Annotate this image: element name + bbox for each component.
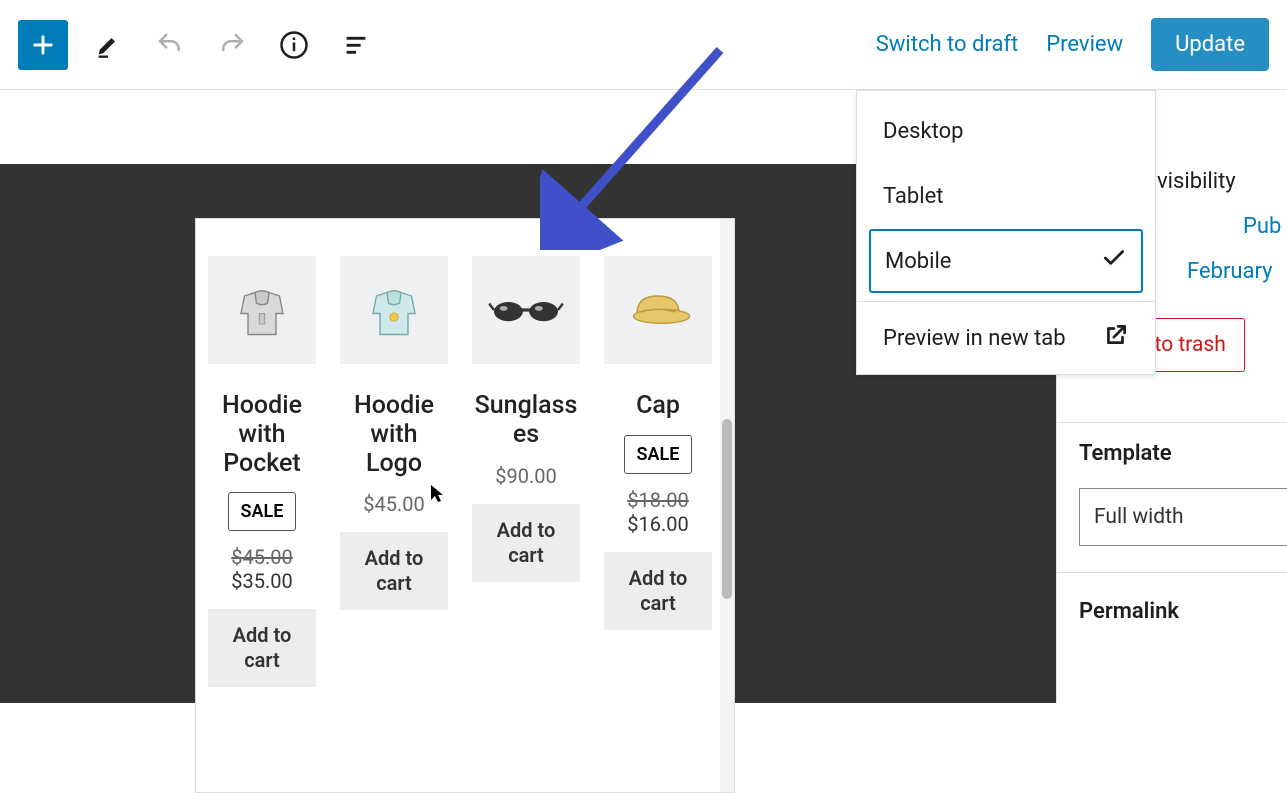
external-link-icon [1103,322,1129,354]
document-outline-button[interactable] [334,23,378,67]
product-image[interactable] [340,256,448,364]
preview-option-desktop[interactable]: Desktop [857,99,1155,164]
old-price: $18.00 [627,488,688,512]
preview-new-tab-button[interactable]: Preview in new tab [857,302,1155,374]
mobile-preview-frame: Hoodie with Pocket SALE $45.00 $35.00 Ad… [195,218,735,793]
editor-toolbar: Switch to draft Preview Update [0,0,1287,90]
product-card: Cap SALE $18.00 $16.00 Add to cart [604,256,712,687]
product-image[interactable] [604,256,712,364]
switch-to-draft-button[interactable]: Switch to draft [876,32,1018,57]
document-info-button[interactable] [272,23,316,67]
product-grid: Hoodie with Pocket SALE $45.00 $35.00 Ad… [208,256,708,687]
scrollbar-thumb[interactable] [722,419,732,599]
preview-option-tablet[interactable]: Tablet [857,164,1155,229]
product-image[interactable] [472,256,580,364]
new-price: $35.00 [231,569,292,593]
add-to-cart-button[interactable]: Add to cart [604,552,712,630]
permalink-section-label: Permalink [1057,573,1287,630]
edit-mode-button[interactable] [86,23,130,67]
toolbar-right-group: Switch to draft Preview Update [876,18,1269,71]
preview-button[interactable]: Preview [1046,32,1123,57]
preview-dropdown-menu: Desktop Tablet Mobile Preview in new tab [856,90,1156,375]
preview-option-label: Desktop [883,119,964,144]
old-price: $45.00 [231,545,292,569]
add-block-button[interactable] [18,20,68,70]
undo-button[interactable] [148,23,192,67]
update-button[interactable]: Update [1151,18,1269,71]
add-to-cart-button[interactable]: Add to cart [340,532,448,610]
sale-badge: SALE [228,492,297,531]
new-price: $16.00 [627,512,688,536]
add-to-cart-button[interactable]: Add to cart [472,504,580,582]
product-title: Hoodie with Logo [340,392,448,478]
redo-button[interactable] [210,23,254,67]
sale-badge: SALE [624,435,693,474]
add-to-cart-button[interactable]: Add to cart [208,609,316,687]
product-title: Hoodie with Pocket [208,392,316,478]
product-price: $90.00 [495,464,556,488]
toolbar-left-group [18,20,378,70]
preview-option-label: Mobile [885,249,951,274]
preview-option-label: Preview in new tab [883,326,1066,351]
product-title: Cap [636,392,680,421]
product-title: Sunglasses [472,392,580,450]
preview-option-label: Tablet [883,184,943,209]
product-price: $18.00 $16.00 [604,488,712,536]
product-price: $45.00 [363,492,424,516]
preview-scrollbar[interactable] [720,219,734,792]
product-card: Hoodie with Pocket SALE $45.00 $35.00 Ad… [208,256,316,687]
product-image[interactable] [208,256,316,364]
preview-option-mobile[interactable]: Mobile [869,229,1143,293]
check-icon [1101,245,1127,277]
template-select[interactable]: Full width [1079,488,1287,546]
product-card: Sunglasses $90.00 Add to cart [472,256,580,687]
product-card: Hoodie with Logo $45.00 Add to cart [340,256,448,687]
preview-content: Hoodie with Pocket SALE $45.00 $35.00 Ad… [196,219,720,792]
product-price: $45.00 $35.00 [208,545,316,593]
template-section-label: Template [1057,423,1287,472]
